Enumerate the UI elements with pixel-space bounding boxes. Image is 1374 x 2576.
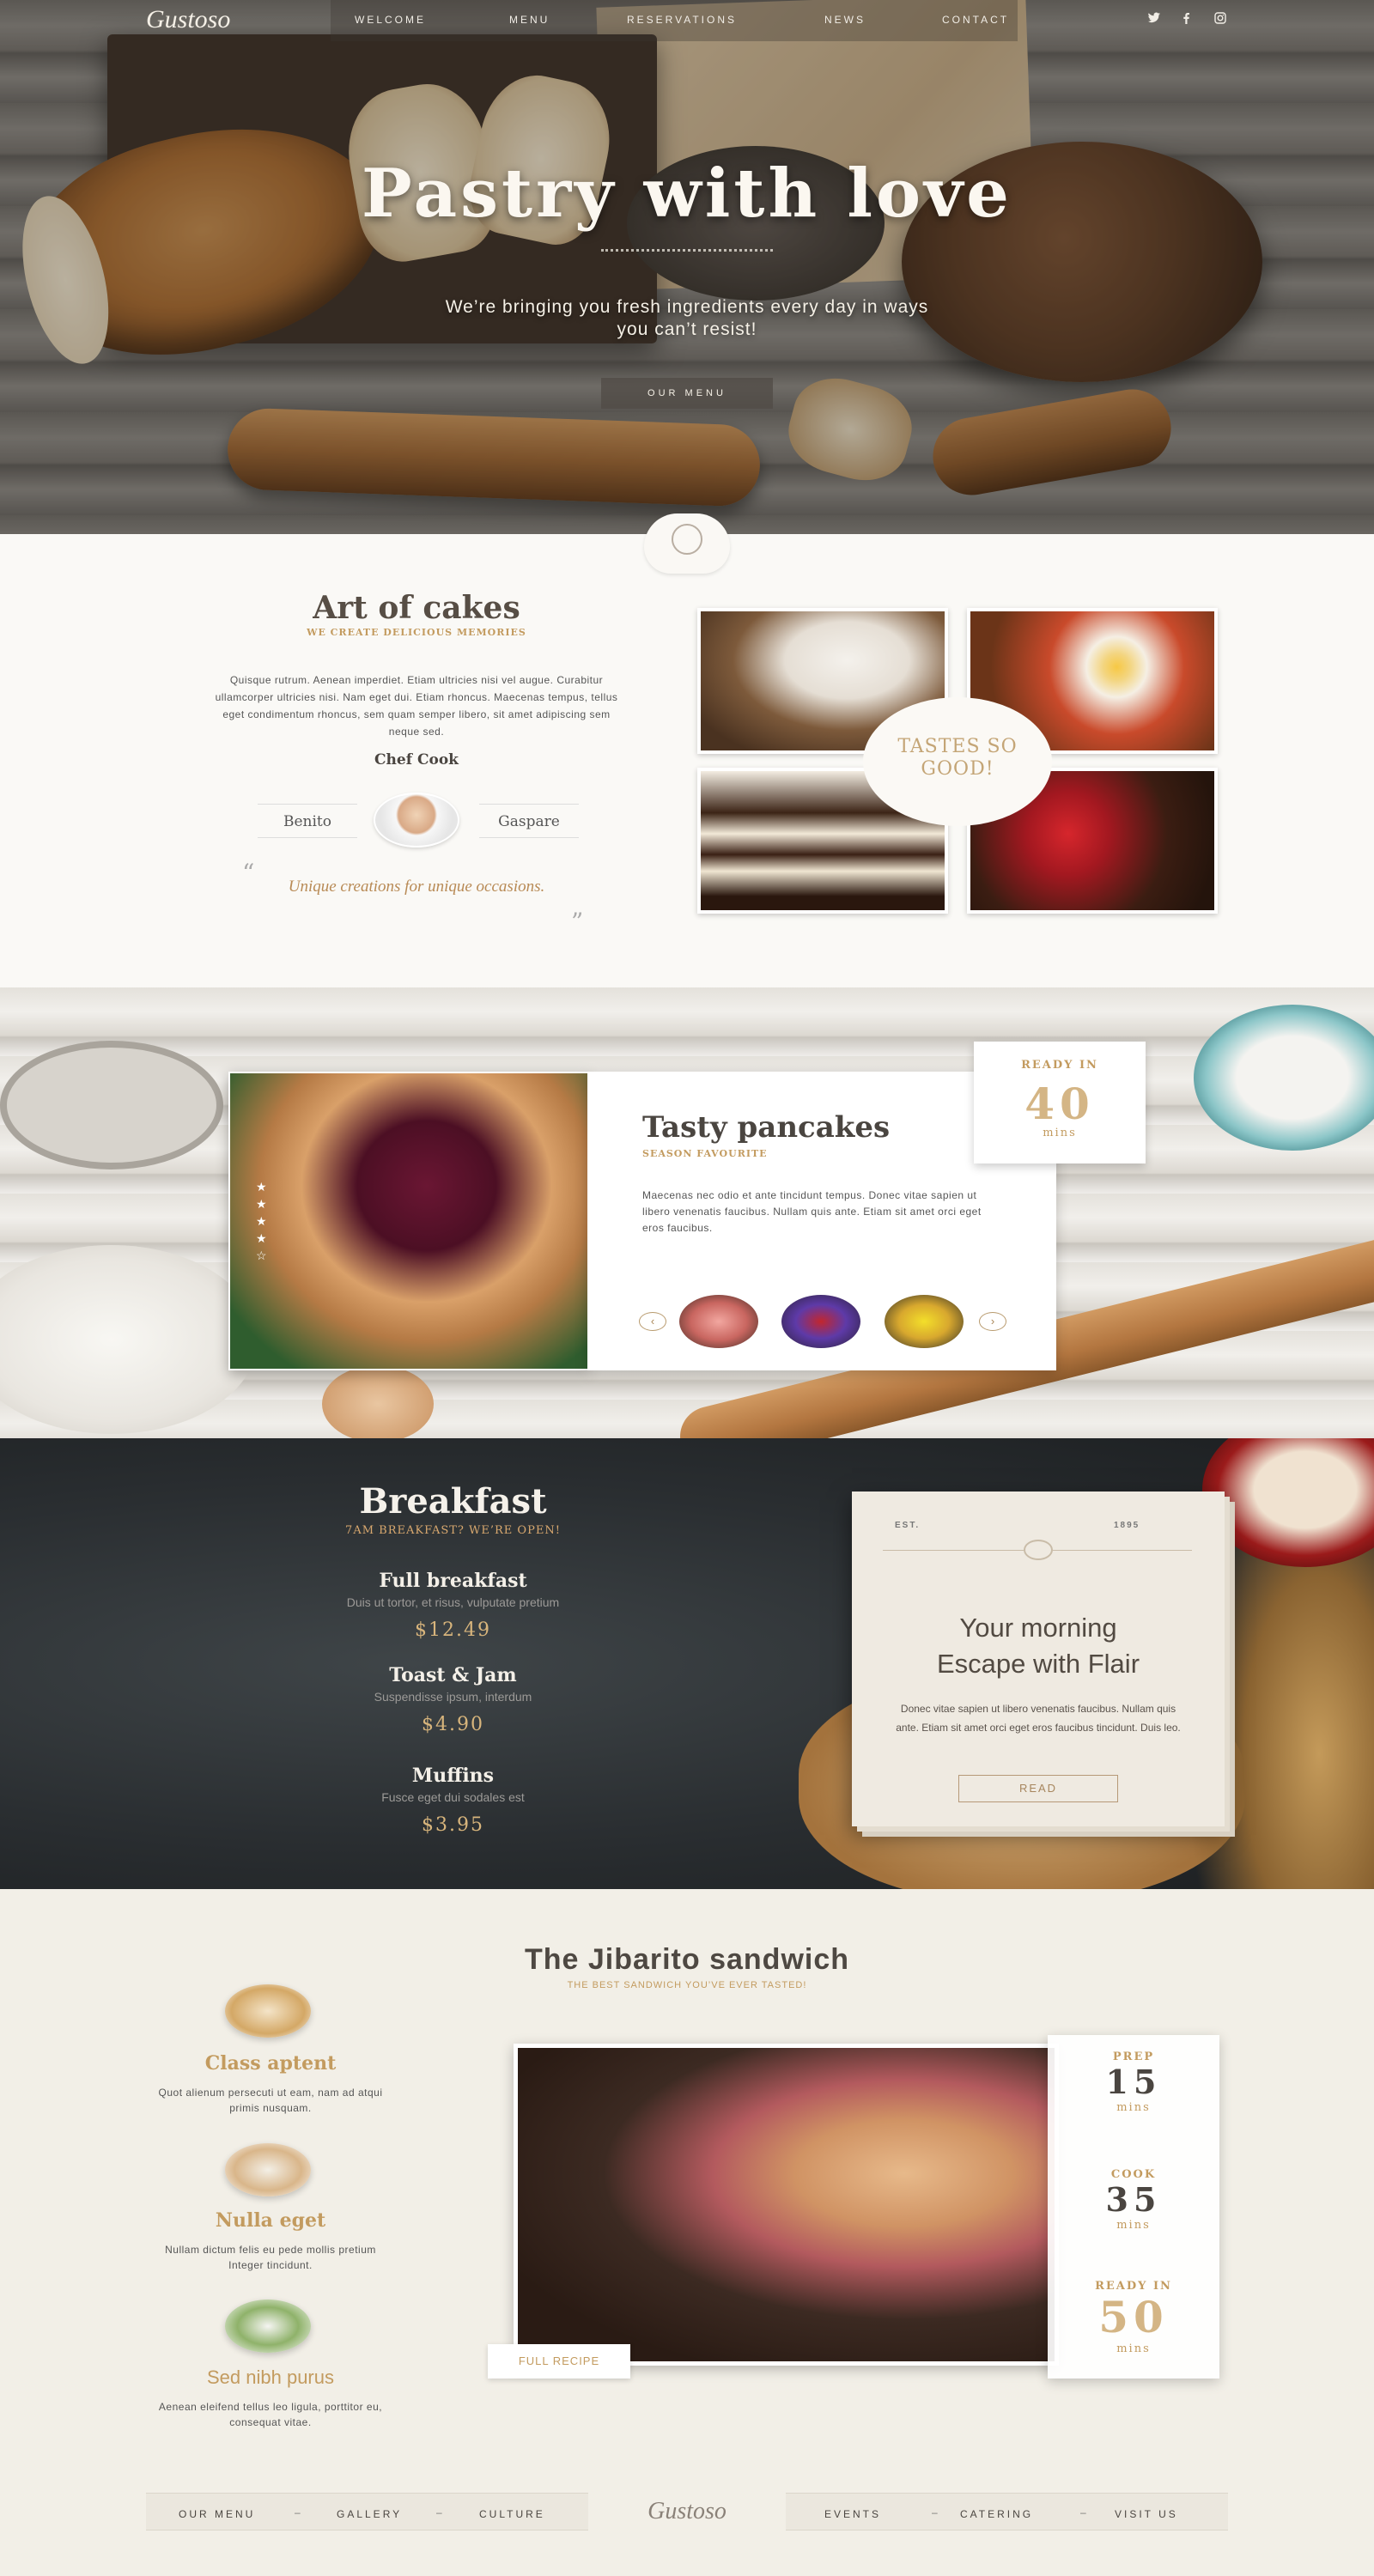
star-icon: ☆ [256,1249,267,1262]
nav-welcome[interactable]: WELCOME [355,14,426,26]
feature-desc: Nullam dictum felis eu pede mollis preti… [165,2244,376,2271]
prev-arrow-icon[interactable]: ‹ [639,1312,666,1331]
pancakes-title: Tasty pancakes [642,1110,891,1145]
instagram-icon[interactable] [1214,12,1226,27]
chef-name-left[interactable]: Benito [258,804,357,838]
seal-icon [1024,1540,1053,1560]
thumbnail[interactable] [679,1295,758,1348]
feature-title: Class aptent [204,2052,337,2075]
quote-open-icon: “ [242,859,255,887]
blue-bowl [1194,1005,1374,1151]
pancakes-photo: ★ ★ ★ ★ ☆ [228,1072,589,1370]
est-year: 1895 [1114,1521,1140,1530]
egg [322,1365,434,1438]
section-subtitle: WE CREATE DELICIOUS MEMORIES [307,627,526,638]
sandwich-photo [514,2044,1059,2366]
est-label: EST. [895,1521,921,1530]
flour-bowl [0,1245,258,1434]
breakfast-title: Breakfast [359,1481,547,1522]
brand-badge-icon [644,513,730,574]
hero-divider [601,249,773,258]
sandwich-title: The Jibarito sandwich [524,1943,850,1976]
nav-news[interactable]: NEWS [824,14,866,26]
section-title: Art of cakes [313,590,520,626]
breakfast-section: Breakfast 7AM BREAKFAST? WE’RE OPEN! Ful… [0,1438,1374,1889]
next-arrow-icon[interactable]: › [979,1312,1006,1331]
menu-item-desc: Fusce eget dui sodales est [381,1790,525,1804]
chef-avatar [374,793,459,848]
stat-cook: COOK 35 mins [1105,2168,1162,2232]
feature-desc: Aenean eleifend tellus leo ligula, portt… [158,2401,383,2428]
ready-label: READY IN [1021,1059,1098,1072]
breakfast-subtitle: 7AM BREAKFAST? WE’RE OPEN! [345,1524,561,1537]
chef-label: Chef Cook [374,751,459,769]
nav-reservations[interactable]: RESERVATIONS [627,14,737,26]
pancakes-text: Maecenas nec odio et ante tincidunt temp… [642,1189,982,1234]
feature-title: Nulla eget [215,2209,326,2232]
menu-item-name: Full breakfast [379,1570,527,1592]
footer-culture[interactable]: CULTURE [479,2508,545,2520]
ready-unit: mins [1043,1127,1077,1139]
star-icon: ★ [256,1231,267,1245]
ready-value: 40 [1024,1078,1095,1129]
stat-prep: PREP 15 mins [1105,2050,1162,2114]
nav-menu[interactable]: MENU [509,14,550,26]
menu-item-desc: Duis ut tortor, et risus, vulputate pret… [346,1595,560,1609]
feature-title: Sed nibh purus [207,2366,334,2388]
menu-item-desc: Suspendisse ipsum, interdum [374,1690,532,1704]
menu-item-price: $4.90 [422,1714,484,1735]
card-title: Your morning Escape with Flair [936,1613,1140,1679]
morning-card: EST. 1895 Your morning Escape with Flair… [852,1492,1225,1826]
footer-logo[interactable]: Gustoso [618,2498,756,2525]
thumbnail[interactable] [781,1295,860,1348]
brand-logo[interactable]: Gustoso [146,5,230,34]
feature-image [225,2300,311,2353]
full-recipe-button[interactable]: FULL RECIPE [488,2344,630,2379]
menu-item-name: Muffins [411,1765,495,1787]
star-icon: ★ [256,1214,267,1228]
nav-contact[interactable]: CONTACT [942,14,1009,26]
chef-quote: Unique creations for unique occasions. [288,878,545,896]
feature-image [225,1984,311,2038]
pancakes-section: ★ ★ ★ ★ ☆ Tasty pancakes SEASON FAVOURIT… [0,987,1374,1438]
about-section: Art of cakes WE CREATE DELICIOUS MEMORIE… [0,534,1374,987]
tastes-badge: TASTES SO GOOD! [863,697,1052,826]
star-icon: ★ [256,1180,267,1194]
quote-close-icon: ” [571,908,584,936]
sandwich-subtitle: THE BEST SANDWICH YOU’VE EVER TASTED! [567,1980,807,1990]
facebook-icon[interactable] [1182,12,1190,27]
pancakes-subtitle: SEASON FAVOURITE [642,1148,768,1159]
menu-item-name: Toast & Jam [389,1664,517,1686]
recipe-stats: PREP 15 mins COOK 35 mins READY IN 50 mi… [1048,2035,1219,2379]
card-text: Donec vitae sapien ut libero venenatis f… [896,1703,1181,1734]
footer-events[interactable]: EVENTS [824,2508,881,2520]
twitter-icon[interactable] [1147,12,1161,27]
menu-item-price: $12.49 [415,1619,491,1641]
our-menu-button[interactable]: OUR MENU [601,378,773,409]
feature-desc: Quot alienum persecuti ut eam, nam ad at… [158,2087,383,2114]
footer-our-menu[interactable]: OUR MENU [179,2508,255,2520]
thumbnail[interactable] [885,1295,964,1348]
hero-section: Gustoso WELCOME MENU RESERVATIONS NEWS C… [0,0,1374,534]
star-icon: ★ [256,1197,267,1211]
footer-gallery[interactable]: GALLERY [337,2508,402,2520]
footer-catering[interactable]: CATERING [960,2508,1033,2520]
hero-subtitle: We’re bringing you fresh ingredients eve… [445,297,929,339]
hero-title: Pastry with love [362,155,1012,233]
menu-item-price: $3.95 [422,1814,484,1836]
feature-image [225,2143,311,2196]
sandwich-section: The Jibarito sandwich THE BEST SANDWICH … [0,1889,1374,2576]
ready-in-box: READY IN 40 mins [974,1042,1146,1163]
chef-name-right[interactable]: Gaspare [479,804,579,838]
about-text: Quisque rutrum. Aenean imperdiet. Etiam … [215,674,618,738]
footer-visit-us[interactable]: VISIT US [1115,2508,1178,2520]
sieve [0,1041,223,1170]
stat-ready: READY IN 50 mins [1095,2280,1172,2355]
top-navigation: Gustoso WELCOME MENU RESERVATIONS NEWS C… [0,0,1374,41]
read-button[interactable]: READ [958,1775,1118,1802]
footer: OUR MENU – GALLERY – CULTURE Gustoso EVE… [0,2486,1374,2537]
